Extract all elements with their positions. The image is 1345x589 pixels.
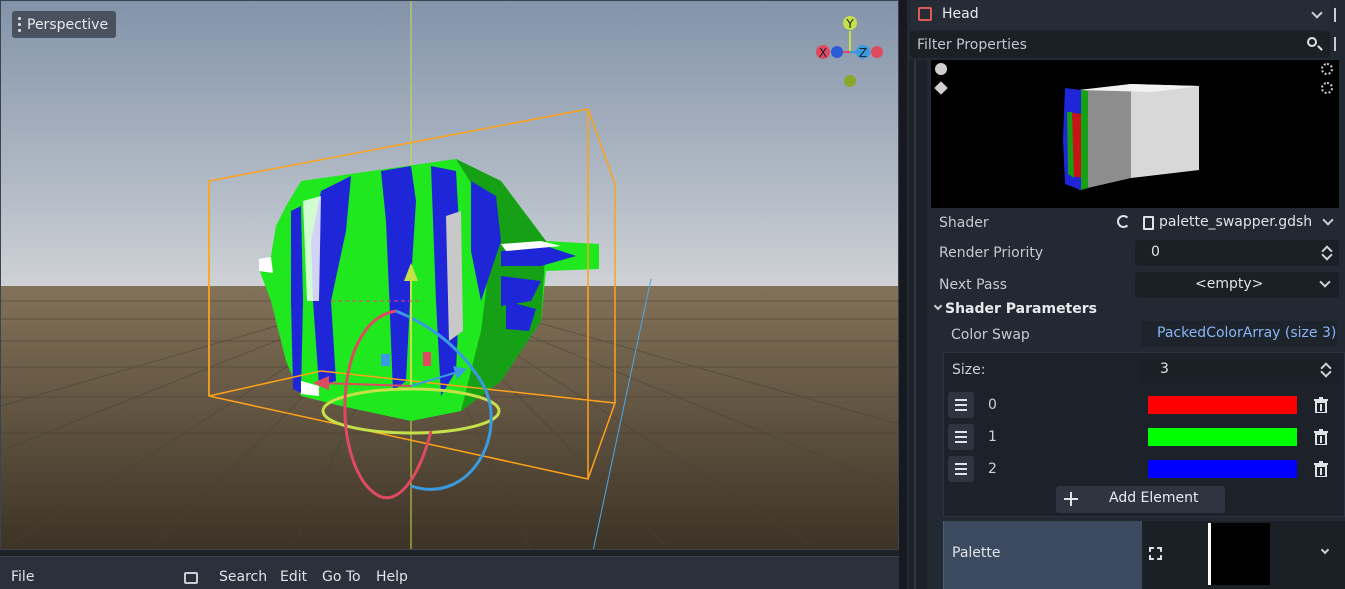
svg-text:Y: Y <box>845 17 854 31</box>
element-index: 1 <box>988 429 997 445</box>
shader-resource-picker[interactable]: palette_swapper.gdsh <box>1139 210 1339 236</box>
size-label: Size: <box>952 362 986 378</box>
revert-icon[interactable] <box>1117 215 1130 228</box>
search-icon <box>1307 37 1317 47</box>
menu-edit[interactable]: Edit <box>280 569 307 585</box>
element-index: 0 <box>988 397 997 413</box>
svg-text:X: X <box>819 46 827 60</box>
array-size-value: 3 <box>1160 361 1169 377</box>
array-element-0: 0 <box>944 390 1344 420</box>
gizmo-neg-y-handle <box>844 75 856 87</box>
color-swatch-0[interactable] <box>1148 396 1297 414</box>
shader-label: Shader <box>939 215 989 231</box>
shader-parameters-section[interactable]: Shader Parameters <box>931 298 1345 322</box>
palette-label: Palette <box>952 545 1001 561</box>
viewport-scene[interactable]: Y X Z <box>1 1 899 550</box>
drag-handle-icon[interactable] <box>948 424 974 450</box>
svg-text:Z: Z <box>859 46 867 60</box>
menu-help[interactable]: Help <box>376 569 408 585</box>
script-editor-menu-bar: File Search Edit Go To Help <box>0 556 899 589</box>
script-list-toggle-icon[interactable] <box>184 572 198 584</box>
filter-properties-field[interactable] <box>910 31 1330 58</box>
element-index: 2 <box>988 461 997 477</box>
light1-toggle-icon[interactable] <box>1321 63 1333 75</box>
inspector-panel: Head Shader palette_swapper.gdsh <box>907 0 1345 589</box>
add-element-label: Add Element <box>1109 490 1199 506</box>
spin-arrows-icon[interactable] <box>1323 245 1331 259</box>
shader-property-row: Shader palette_swapper.gdsh <box>931 208 1345 239</box>
color-swap-array-button[interactable]: PackedColorArray (size 3) <box>1141 321 1337 347</box>
array-element-2: 2 <box>944 454 1344 484</box>
color-swatch-2[interactable] <box>1148 460 1297 478</box>
kebab-menu-icon <box>18 17 21 32</box>
trash-icon[interactable] <box>1314 429 1328 446</box>
color-swatch-1[interactable] <box>1148 428 1297 446</box>
render-priority-value: 0 <box>1151 244 1160 260</box>
menu-search[interactable]: Search <box>219 569 267 585</box>
palette-texture-thumbnail <box>1208 523 1270 585</box>
drag-handle-icon[interactable] <box>948 456 974 482</box>
spin-arrows-icon[interactable] <box>1322 362 1330 376</box>
node-name: Head <box>942 6 979 22</box>
menu-go-to[interactable]: Go To <box>322 569 361 585</box>
render-priority-label: Render Priority <box>939 245 1044 261</box>
shader-file-name: palette_swapper.gdsh <box>1159 214 1313 230</box>
chevron-down-icon <box>1322 214 1334 226</box>
perspective-view-menu[interactable]: Perspective <box>12 11 117 38</box>
palette-texture-picker[interactable] <box>1142 521 1345 589</box>
inspector-indent-gutter <box>909 60 927 589</box>
next-pass-label: Next Pass <box>939 277 1008 293</box>
tools-icon[interactable] <box>1334 37 1345 51</box>
collapse-chevron-icon <box>933 301 943 311</box>
palette-texture-strip <box>1208 523 1211 585</box>
gizmo-pos-x-handle <box>871 46 883 58</box>
shader-parameters-title: Shader Parameters <box>945 301 1097 317</box>
add-element-button[interactable]: Add Element <box>1056 486 1225 513</box>
color-array-editor: Size: 3 0 1 2 Add Element <box>943 352 1345 517</box>
next-pass-picker[interactable]: <empty> <box>1135 272 1339 298</box>
array-size-spinbox[interactable]: 3 <box>1142 357 1338 383</box>
light2-toggle-icon[interactable] <box>1321 82 1333 94</box>
chevron-down-icon <box>1320 545 1330 555</box>
texture-icon <box>1149 547 1162 560</box>
color-swap-array-value: PackedColorArray (size 3) <box>1157 325 1337 341</box>
inspector-side-tools <box>1334 0 1345 60</box>
trash-icon[interactable] <box>1314 461 1328 478</box>
perspective-label: Perspective <box>27 16 109 33</box>
color-swap-label: Color Swap <box>951 327 1030 343</box>
file-icon <box>1143 216 1154 230</box>
filter-properties-input[interactable] <box>917 35 1297 54</box>
panel-splitter[interactable] <box>899 0 907 589</box>
color-swap-row: Color Swap PackedColorArray (size 3) <box>943 320 1345 351</box>
trash-icon[interactable] <box>1314 397 1328 414</box>
drag-handle-icon[interactable] <box>948 392 974 418</box>
material-preview-cube <box>1063 84 1199 190</box>
plus-icon-vertical <box>1070 492 1072 506</box>
menu-file[interactable]: File <box>11 569 34 585</box>
render-priority-row: Render Priority 0 <box>931 238 1345 269</box>
object-selector[interactable]: Head <box>910 1 1330 29</box>
chevron-down-icon <box>1319 276 1331 288</box>
next-pass-row: Next Pass <empty> <box>931 270 1345 301</box>
history-icon[interactable] <box>1334 8 1345 22</box>
gizmo-neg-x-handle <box>831 46 843 58</box>
material-preview <box>931 60 1339 208</box>
sphere-preview-icon[interactable] <box>935 63 947 75</box>
next-pass-value: <empty> <box>1195 276 1264 292</box>
render-priority-spinbox[interactable]: 0 <box>1135 240 1339 266</box>
mesh-node-icon <box>918 7 932 21</box>
palette-property-row: Palette <box>943 521 1345 589</box>
array-element-1: 1 <box>944 422 1344 452</box>
chevron-down-icon <box>1311 7 1323 19</box>
3d-viewport[interactable]: Y X Z Perspective <box>0 0 899 550</box>
